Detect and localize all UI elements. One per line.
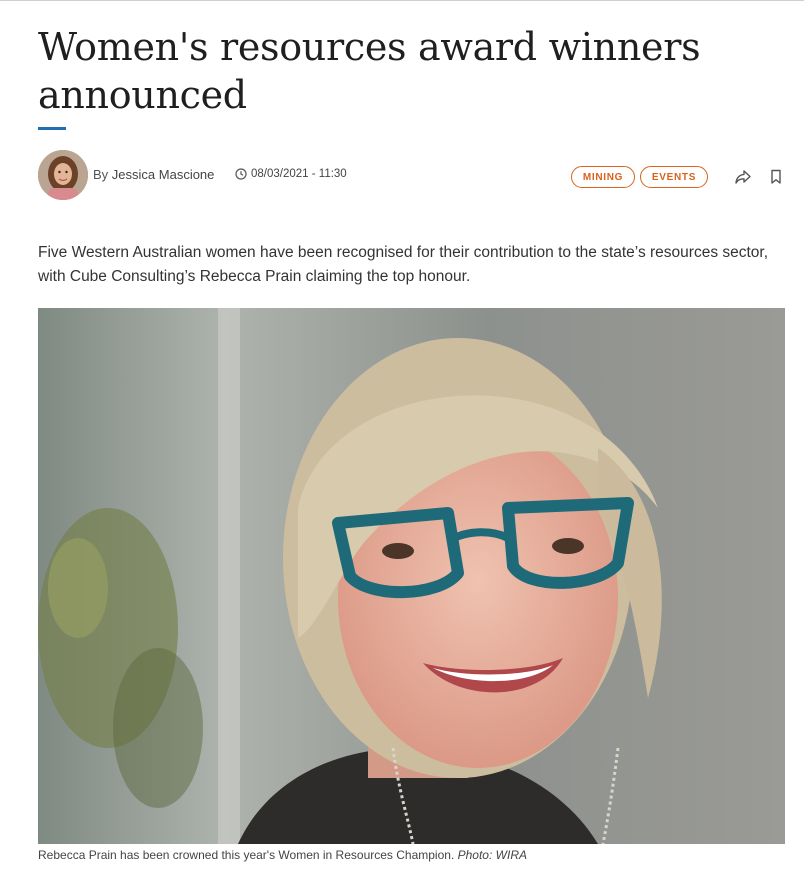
author-name-link[interactable]: Jessica Mascione xyxy=(112,167,215,182)
share-icon[interactable] xyxy=(733,167,753,187)
tag-events[interactable]: EVENTS xyxy=(640,166,708,188)
photo-caption: Rebecca Prain has been crowned this year… xyxy=(38,848,527,862)
timestamp-text: 08/03/2021 - 11:30 xyxy=(251,168,347,180)
article-lead: Five Western Australian women have been … xyxy=(38,244,769,285)
author-byline: By Jessica Mascione xyxy=(93,167,214,182)
photo-credit: Photo: WIRA xyxy=(457,848,527,862)
clock-icon xyxy=(235,168,247,180)
caption-text: Rebecca Prain has been crowned this year… xyxy=(38,848,455,862)
byline-prefix: By xyxy=(93,167,109,182)
publish-timestamp: 08/03/2021 - 11:30 xyxy=(235,168,347,180)
title-accent-rule xyxy=(38,127,66,130)
article-title: Women's resources award winners announce… xyxy=(38,25,701,117)
author-avatar[interactable] xyxy=(38,150,88,200)
bookmark-icon[interactable] xyxy=(766,167,786,187)
tag-mining[interactable]: MINING xyxy=(571,166,635,188)
article-photo xyxy=(38,308,785,844)
